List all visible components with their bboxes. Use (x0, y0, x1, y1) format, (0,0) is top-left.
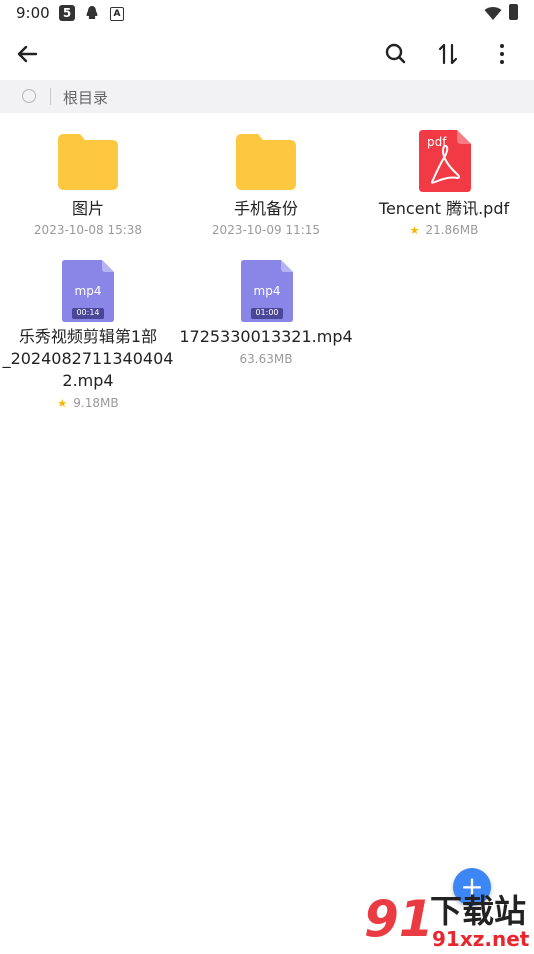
file-item-video[interactable]: mp4 00:14 乐秀视频剪辑第1部 _2024082711340404 2.… (0, 258, 176, 418)
wifi-icon (484, 6, 502, 22)
file-size: 9.18MB (73, 396, 119, 410)
file-meta: ★ 21.86MB (356, 222, 532, 239)
star-icon: ★ (409, 224, 420, 237)
toolbar (0, 28, 534, 80)
video-icon-label: mp4 (253, 284, 281, 298)
file-name: 图片 (71, 199, 104, 218)
file-name-line-3: 2.mp4 (62, 371, 114, 390)
more-vertical-icon (500, 44, 504, 64)
file-item-folder[interactable]: 手机备份 2023-10-09 11:15 (178, 128, 354, 243)
file-meta: ★ 9.18MB (0, 395, 176, 412)
svg-text:91xz.net: 91xz.net (432, 927, 530, 950)
file-item-pdf[interactable]: pdf Tencent 腾讯.pdf ★ 21.86MB (356, 128, 532, 243)
file-name: 手机备份 (233, 199, 298, 218)
select-all-radio[interactable] (22, 89, 36, 103)
back-button[interactable] (12, 39, 42, 69)
sort-icon (438, 43, 458, 65)
folder-icon (58, 134, 118, 190)
search-icon (385, 43, 406, 64)
file-size: 63.63MB (239, 352, 293, 366)
svg-text:91: 91 (364, 890, 434, 948)
breadcrumb: 根目录 (0, 80, 534, 113)
breadcrumb-divider (50, 88, 51, 105)
pdf-icon-label: pdf (427, 135, 447, 149)
search-button[interactable] (381, 39, 411, 69)
file-name-line-1: 乐秀视频剪辑第1部 (18, 327, 158, 346)
arrow-left-icon (17, 45, 38, 63)
file-name: 1725330013321.mp4 (179, 327, 353, 346)
status-time: 9:00 (16, 4, 50, 22)
file-item-folder[interactable]: 图片 2023-10-08 15:38 (0, 128, 176, 243)
watermark-logo: 91 下载站 91xz.net (362, 884, 534, 951)
status-bar: 9:00 5 A (0, 0, 534, 28)
breadcrumb-root[interactable]: 根目录 (63, 87, 108, 108)
video-duration: 00:14 (76, 308, 100, 317)
video-icon-label: mp4 (74, 284, 102, 298)
more-button[interactable] (487, 39, 517, 69)
a-icon: A (110, 7, 124, 21)
file-date: 2023-10-08 15:38 (33, 223, 143, 237)
file-name-line-2: _2024082711340404 (2, 349, 174, 368)
file-size: 21.86MB (425, 223, 479, 237)
file-name: Tencent 腾讯.pdf (378, 199, 510, 218)
qq-icon (84, 5, 100, 21)
star-icon: ★ (57, 397, 68, 410)
sort-button[interactable] (433, 39, 463, 69)
folder-icon (236, 134, 296, 190)
svg-text:下载站: 下载站 (430, 892, 526, 930)
file-item-video[interactable]: mp4 01:00 1725330013321.mp4 63.63MB (178, 258, 354, 373)
battery-icon (509, 4, 518, 20)
file-date: 2023-10-09 11:15 (211, 223, 321, 237)
app-5-icon: 5 (59, 5, 75, 21)
video-duration: 01:00 (255, 308, 279, 317)
